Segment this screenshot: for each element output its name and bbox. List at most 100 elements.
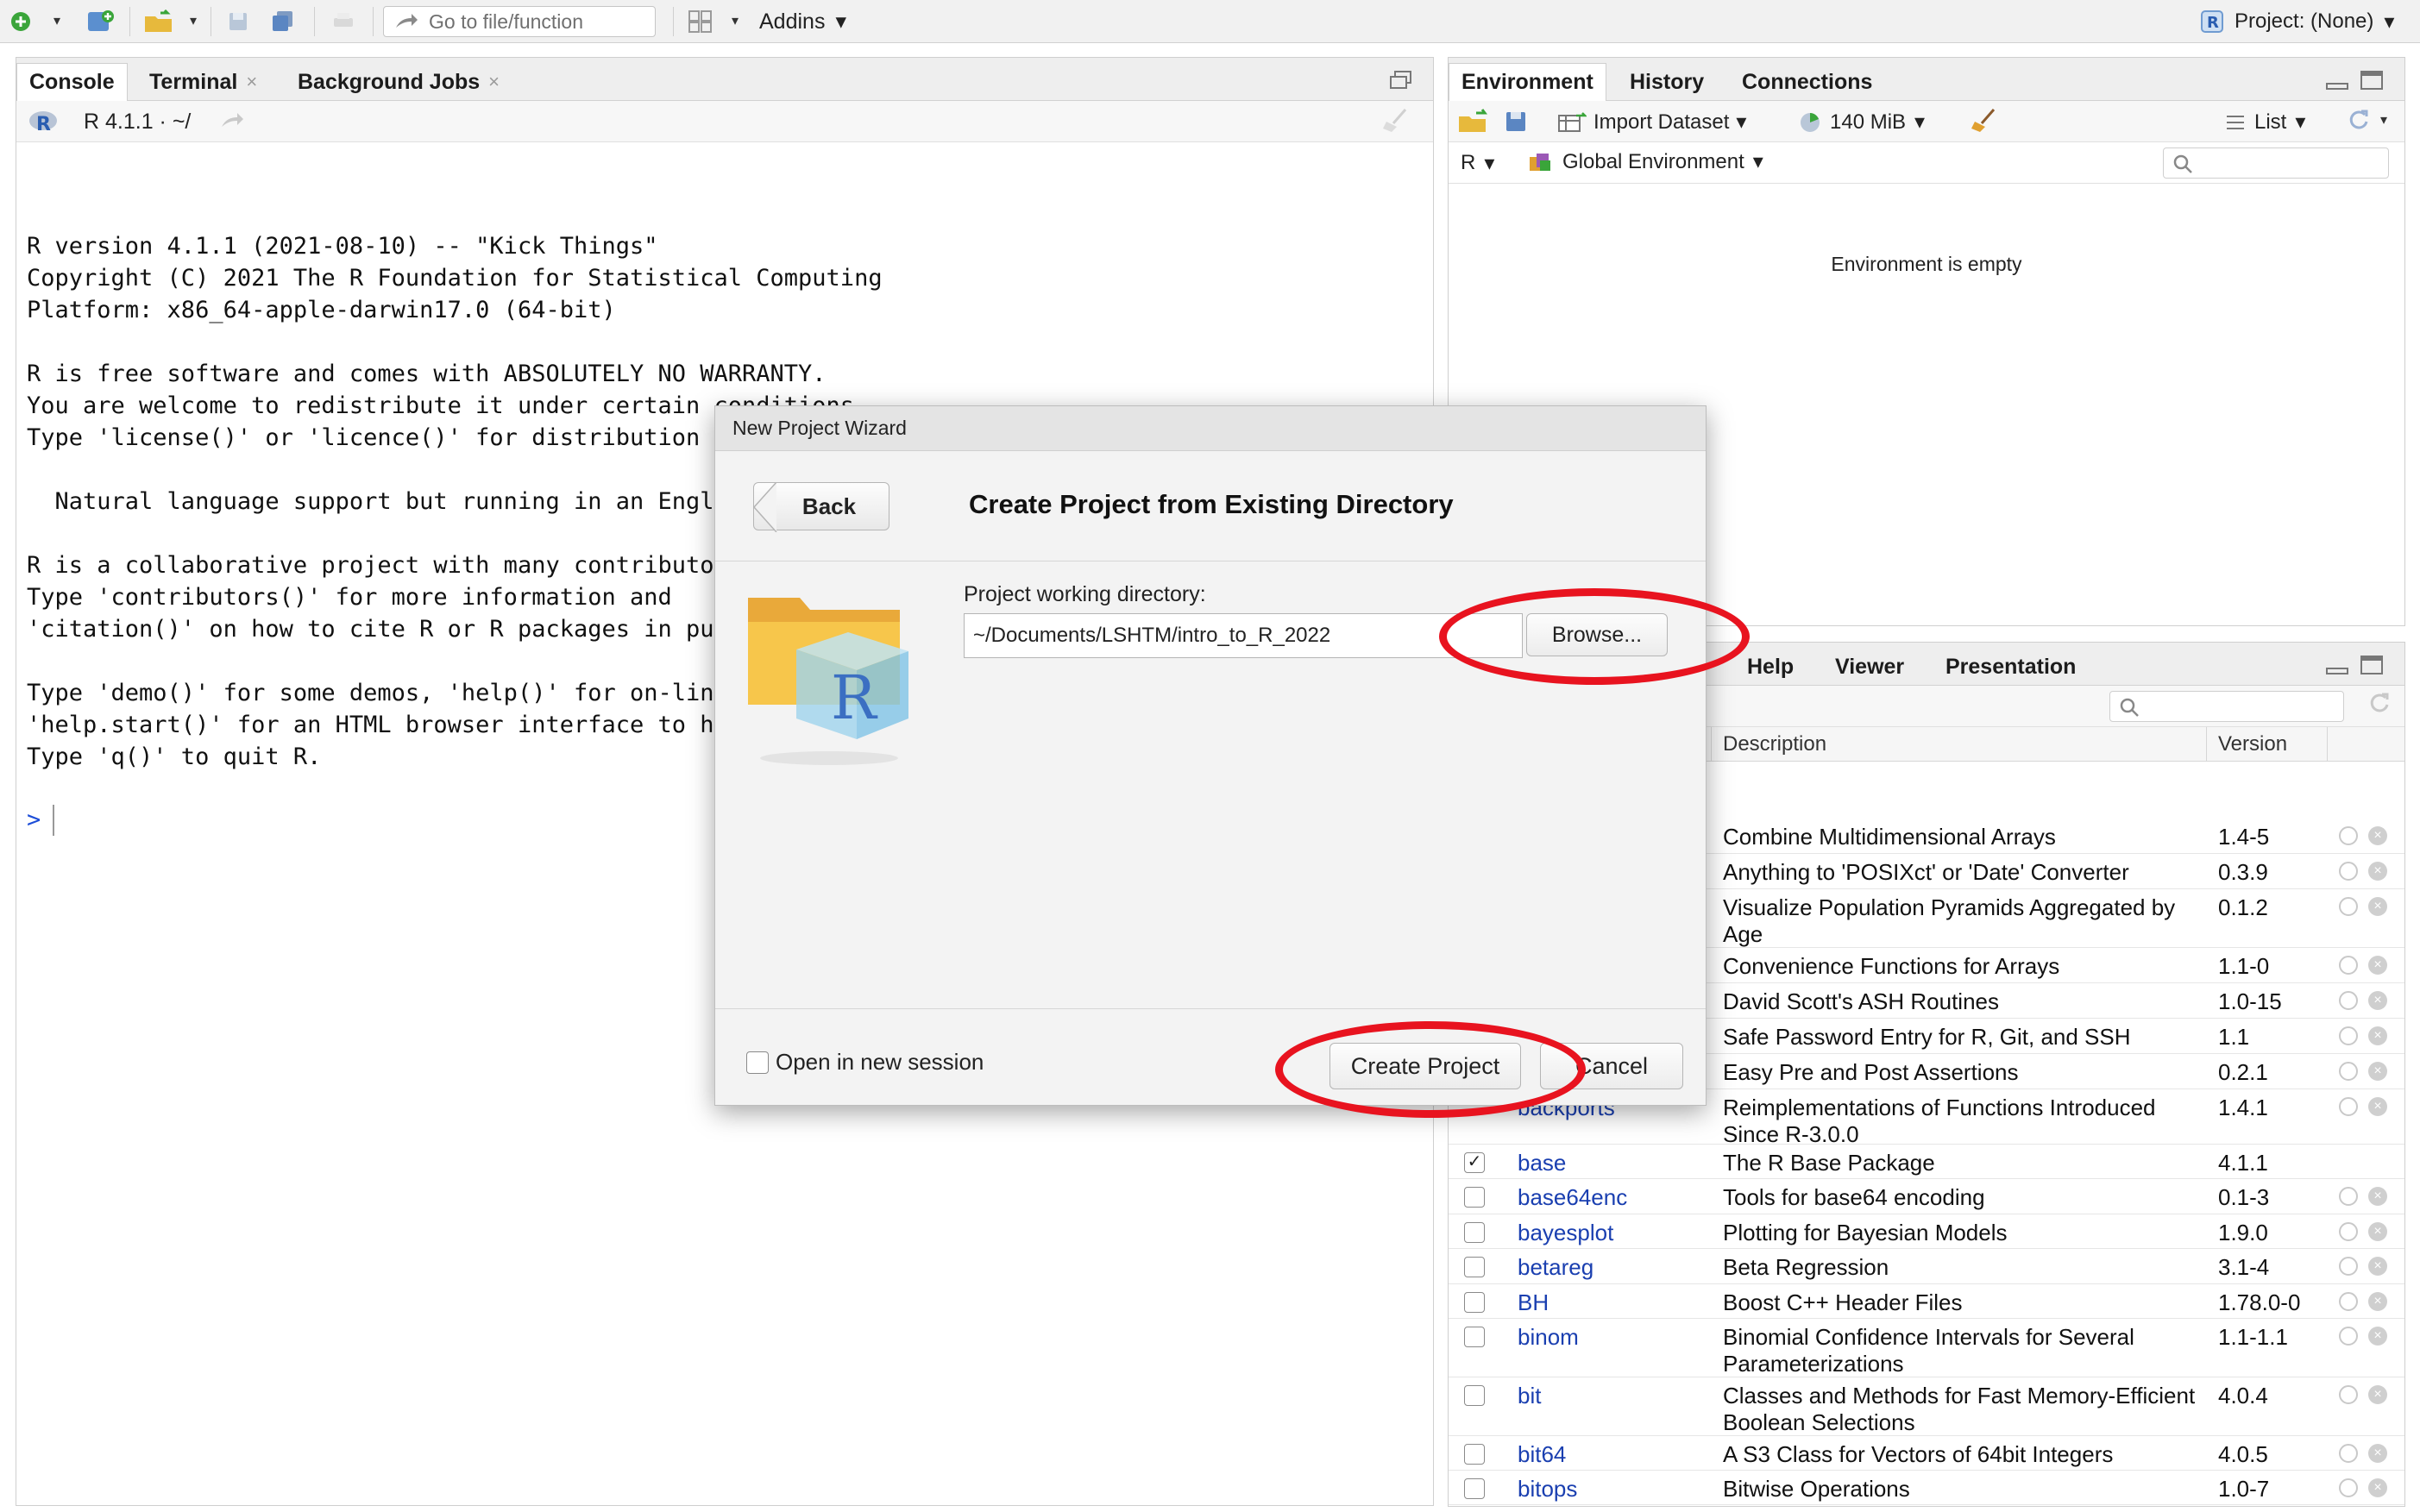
remove-package-icon[interactable]: × xyxy=(2368,1327,2387,1346)
tab-terminal[interactable]: Terminal × xyxy=(137,63,269,101)
remove-package-icon[interactable]: × xyxy=(2368,897,2387,916)
package-checkbox[interactable] xyxy=(1464,1444,1485,1465)
remove-package-icon[interactable]: × xyxy=(2368,826,2387,845)
save-all-icon[interactable] xyxy=(266,5,300,38)
load-workspace-icon[interactable] xyxy=(1457,108,1492,134)
remove-package-icon[interactable]: × xyxy=(2368,1444,2387,1463)
globe-icon[interactable] xyxy=(2339,1187,2358,1206)
project-menu[interactable]: R Project: (None) ▾ xyxy=(2200,8,2394,35)
package-name[interactable]: BH xyxy=(1518,1289,1549,1316)
environment-search-input[interactable] xyxy=(2163,147,2389,179)
open-file-icon[interactable] xyxy=(141,5,176,38)
language-select[interactable]: R ▾ xyxy=(1461,151,1494,176)
package-name[interactable]: base xyxy=(1518,1150,1566,1176)
globe-icon[interactable] xyxy=(2339,1062,2358,1081)
close-icon[interactable]: × xyxy=(488,71,500,93)
globe-icon[interactable] xyxy=(2339,956,2358,975)
package-checkbox[interactable] xyxy=(1464,1478,1485,1499)
workspace-panes-dropdown-icon[interactable]: ▾ xyxy=(728,12,742,29)
globe-icon[interactable] xyxy=(2339,897,2358,916)
package-checkbox[interactable] xyxy=(1464,1327,1485,1347)
tab-console[interactable]: Console xyxy=(16,63,128,101)
close-icon[interactable]: × xyxy=(246,71,257,93)
package-checkbox[interactable] xyxy=(1464,1222,1485,1243)
globe-icon[interactable] xyxy=(2339,1222,2358,1241)
tab-presentation[interactable]: Presentation xyxy=(1933,648,2088,686)
broom-clear-icon[interactable] xyxy=(1381,108,1412,134)
globe-icon[interactable] xyxy=(2339,1097,2358,1116)
refresh-icon[interactable] xyxy=(2367,693,2392,715)
view-mode-menu[interactable]: List ▾ xyxy=(2225,110,2305,135)
open-file-dropdown-icon[interactable]: ▾ xyxy=(186,12,200,29)
new-file-dropdown-icon[interactable]: ▾ xyxy=(50,12,64,29)
tab-help[interactable]: Help xyxy=(1735,648,1806,686)
package-name[interactable]: bit xyxy=(1518,1383,1541,1409)
minimize-pane-icon[interactable] xyxy=(2325,660,2349,675)
refresh-dropdown-icon[interactable]: ▾ xyxy=(2380,111,2387,129)
clear-workspace-broom-icon[interactable] xyxy=(1970,108,1999,134)
new-file-icon[interactable] xyxy=(3,5,38,38)
package-name[interactable]: bitops xyxy=(1518,1476,1577,1503)
globe-icon[interactable] xyxy=(2339,991,2358,1010)
print-icon[interactable] xyxy=(326,5,361,38)
globe-icon[interactable] xyxy=(2339,1385,2358,1404)
tab-viewer[interactable]: Viewer xyxy=(1823,648,1916,686)
remove-package-icon[interactable]: × xyxy=(2368,1257,2387,1276)
globe-icon[interactable] xyxy=(2339,1478,2358,1497)
maximize-pane-icon[interactable] xyxy=(2360,70,2384,91)
globe-icon[interactable] xyxy=(2339,1026,2358,1045)
remove-package-icon[interactable]: × xyxy=(2368,862,2387,881)
package-name[interactable]: betareg xyxy=(1518,1254,1593,1281)
refresh-icon[interactable] xyxy=(2346,110,2372,132)
remove-package-icon[interactable]: × xyxy=(2368,1292,2387,1311)
minimize-pane-icon[interactable] xyxy=(2325,75,2349,91)
column-version[interactable]: Version xyxy=(2218,732,2287,756)
save-icon[interactable] xyxy=(221,5,255,38)
package-name[interactable]: base64enc xyxy=(1518,1184,1627,1211)
remove-package-icon[interactable]: × xyxy=(2368,1222,2387,1241)
globe-icon[interactable] xyxy=(2339,1257,2358,1276)
remove-package-icon[interactable]: × xyxy=(2368,1478,2387,1497)
workspace-panes-icon[interactable] xyxy=(683,5,718,38)
package-checkbox[interactable]: ✓ xyxy=(1464,1152,1485,1173)
package-name[interactable]: bit64 xyxy=(1518,1441,1566,1468)
new-project-icon[interactable] xyxy=(83,5,117,38)
remove-package-icon[interactable]: × xyxy=(2368,1097,2387,1116)
remove-package-icon[interactable]: × xyxy=(2368,956,2387,975)
tab-environment[interactable]: Environment xyxy=(1449,63,1606,101)
maximize-pane-icon[interactable] xyxy=(2360,655,2384,675)
globe-icon[interactable] xyxy=(2339,1292,2358,1311)
package-checkbox[interactable] xyxy=(1464,1187,1485,1208)
import-dataset-menu[interactable]: Import Dataset ▾ xyxy=(1557,110,1746,135)
package-checkbox[interactable] xyxy=(1464,1385,1485,1406)
package-checkbox[interactable] xyxy=(1464,1257,1485,1277)
package-name[interactable]: binom xyxy=(1518,1324,1579,1351)
goto-dir-icon[interactable] xyxy=(220,111,244,130)
globe-icon[interactable] xyxy=(2339,1444,2358,1463)
globe-icon[interactable] xyxy=(2339,1327,2358,1346)
column-description[interactable]: Description xyxy=(1723,732,1826,756)
tab-history[interactable]: History xyxy=(1618,63,1716,101)
addins-menu[interactable]: Addins ▾ xyxy=(759,8,846,35)
remove-package-icon[interactable]: × xyxy=(2368,1062,2387,1081)
restore-pane-icon[interactable] xyxy=(1388,70,1414,91)
remove-package-icon[interactable]: × xyxy=(2368,1385,2387,1404)
console-input[interactable] xyxy=(53,805,54,836)
goto-file-function-input[interactable]: Go to file/function xyxy=(383,6,656,37)
package-name[interactable]: bayesplot xyxy=(1518,1220,1613,1246)
memory-usage-menu[interactable]: 140 MiB ▾ xyxy=(1799,110,1925,135)
tab-label: Help xyxy=(1747,654,1795,679)
tab-background-jobs[interactable]: Background Jobs × xyxy=(286,63,512,101)
tab-connections[interactable]: Connections xyxy=(1730,63,1884,101)
back-button[interactable]: Back xyxy=(752,482,889,532)
remove-package-icon[interactable]: × xyxy=(2368,991,2387,1010)
globe-icon[interactable] xyxy=(2339,862,2358,881)
open-new-session-checkbox[interactable] xyxy=(746,1051,769,1074)
remove-package-icon[interactable]: × xyxy=(2368,1187,2387,1206)
package-checkbox[interactable] xyxy=(1464,1292,1485,1313)
remove-package-icon[interactable]: × xyxy=(2368,1026,2387,1045)
environment-scope-select[interactable]: Global Environment ▾ xyxy=(1528,149,1763,174)
packages-search-input[interactable] xyxy=(2109,691,2344,722)
globe-icon[interactable] xyxy=(2339,826,2358,845)
save-workspace-icon[interactable] xyxy=(1504,110,1528,134)
